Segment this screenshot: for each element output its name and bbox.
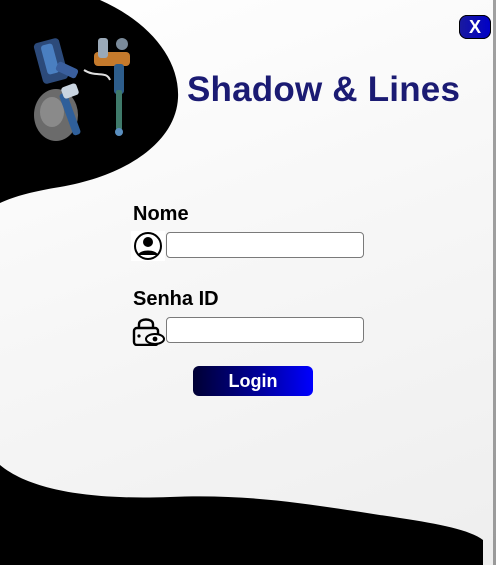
password-input[interactable] bbox=[166, 317, 364, 343]
login-button[interactable]: Login bbox=[193, 366, 313, 396]
password-label: Senha ID bbox=[133, 288, 219, 310]
name-input[interactable] bbox=[166, 232, 364, 258]
tattoo-machine-logo bbox=[33, 38, 130, 141]
app-title: Shadow & Lines bbox=[187, 70, 461, 109]
name-label: Nome bbox=[133, 203, 189, 225]
login-window: Shadow & Lines X Nome Senha ID Login bbox=[0, 0, 496, 565]
user-icon bbox=[131, 231, 165, 261]
close-icon: X bbox=[468, 16, 481, 37]
lock-eye-icon bbox=[132, 318, 165, 346]
bottom-swoosh-shape bbox=[0, 465, 483, 565]
close-button[interactable]: X bbox=[459, 15, 491, 39]
